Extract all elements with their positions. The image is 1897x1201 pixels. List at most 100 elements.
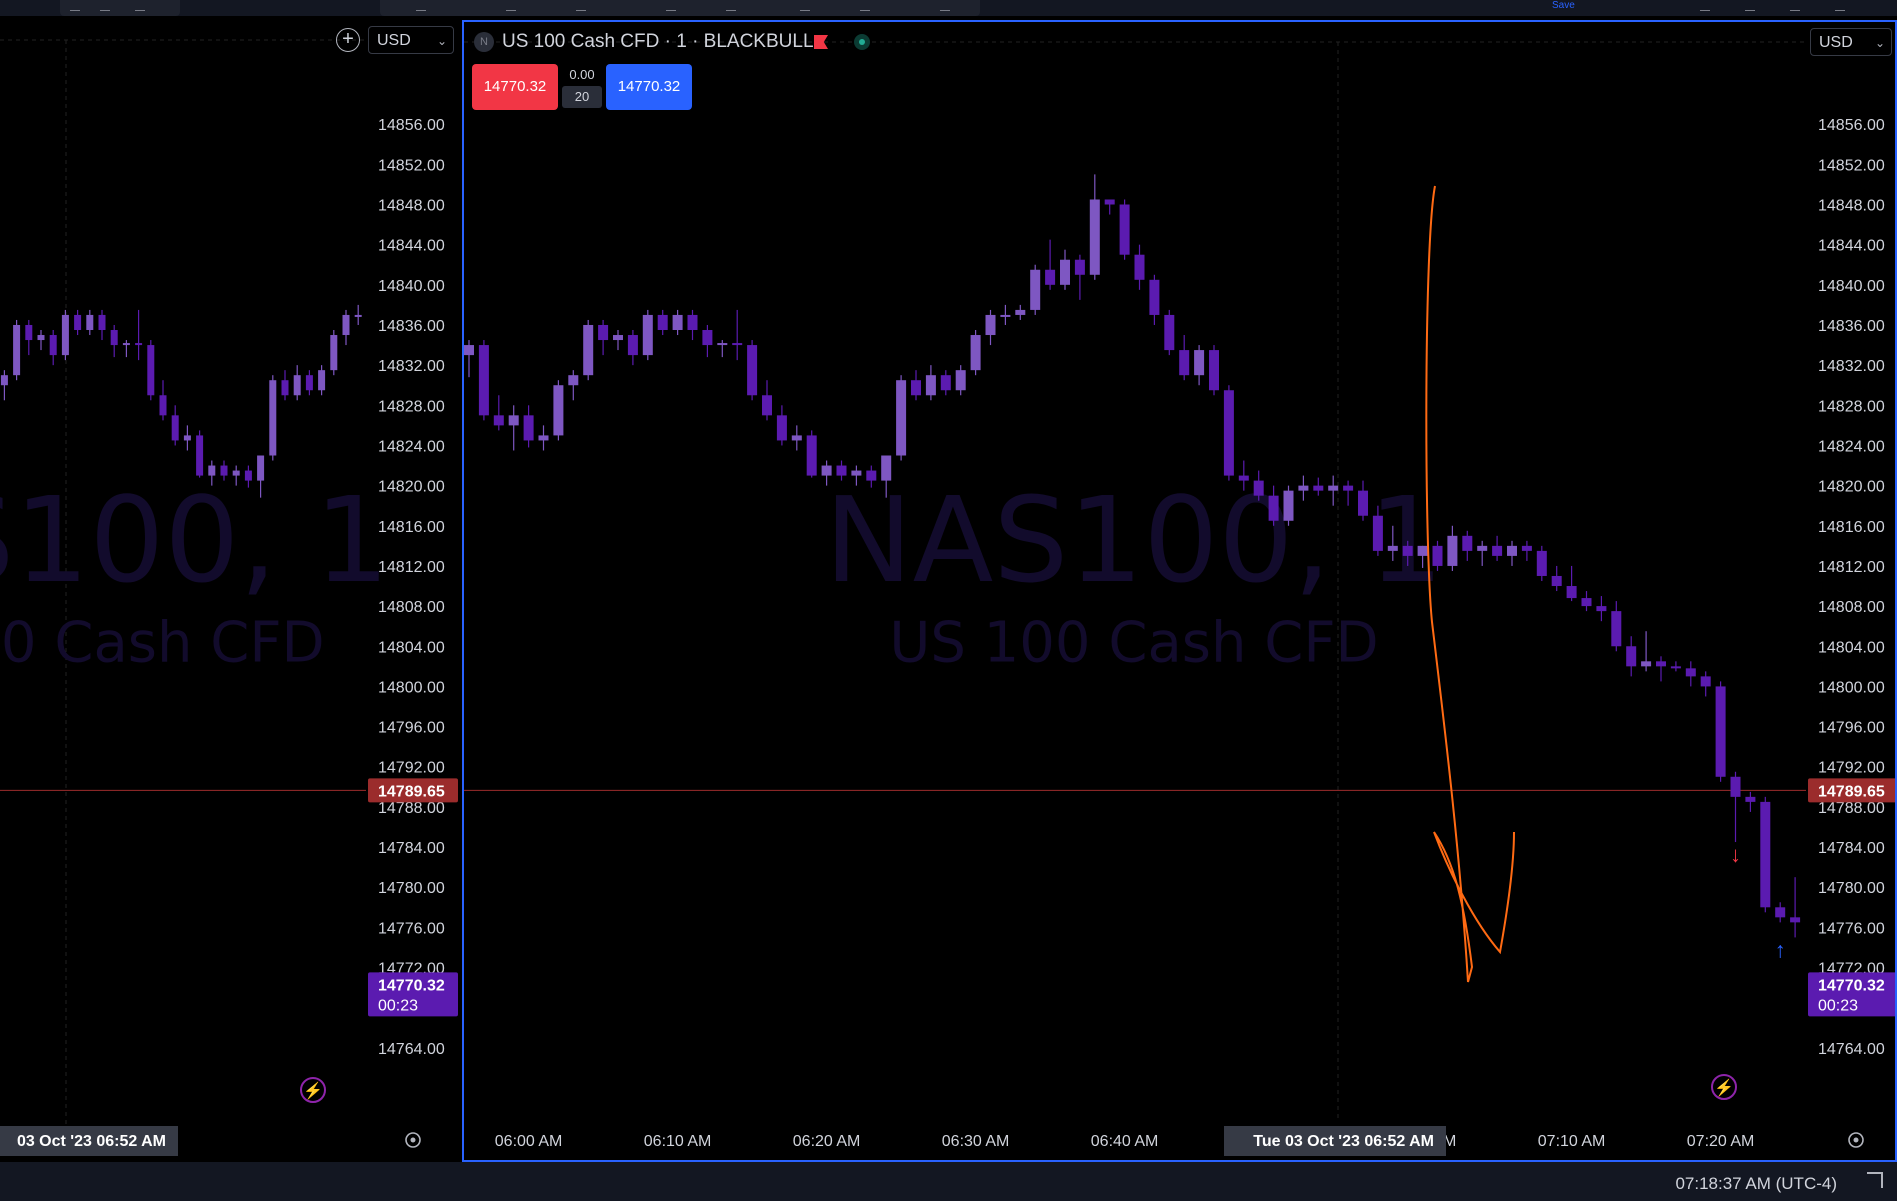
candle-body[interactable] — [1268, 495, 1279, 521]
candle-body[interactable] — [86, 314, 94, 331]
candle-body[interactable] — [1030, 269, 1041, 310]
buy-arrow-icon[interactable]: ↑ — [1775, 937, 1786, 962]
candle-body[interactable] — [1566, 586, 1577, 599]
save-button[interactable]: Save — [1552, 0, 1575, 11]
chart-canvas-left[interactable]: NAS100, 1US 100 Cash CFD↓↑⚡14856.0014852… — [0, 20, 458, 1162]
symbol-title[interactable]: US 100 Cash CFD · 1 · BLACKBULL — [502, 30, 814, 54]
candle-body[interactable] — [702, 330, 713, 346]
brush-icon[interactable] — [726, 2, 736, 11]
candle-body[interactable] — [1313, 485, 1324, 491]
candle-body[interactable] — [159, 395, 167, 416]
candle-body[interactable] — [1134, 254, 1145, 280]
candle-body[interactable] — [583, 324, 594, 376]
candle-body[interactable] — [627, 335, 638, 356]
candle-body[interactable] — [1164, 314, 1175, 351]
candle-body[interactable] — [806, 435, 817, 476]
candle-body[interactable] — [1626, 646, 1637, 667]
candle-body[interactable] — [281, 380, 289, 396]
add-pane-button[interactable]: + — [336, 28, 360, 52]
candle-body[interactable] — [1551, 575, 1562, 587]
candle-body[interactable] — [1521, 545, 1532, 551]
currency-selector-left[interactable]: USD ⌄ — [368, 26, 454, 54]
candle-body[interactable] — [508, 415, 519, 426]
candle-body[interactable] — [568, 375, 579, 386]
sell-button[interactable]: 14770.32 — [472, 64, 558, 110]
candle-body[interactable] — [1700, 676, 1711, 687]
candle-body[interactable] — [1000, 314, 1011, 317]
candle-body[interactable] — [1536, 550, 1547, 576]
candle-body[interactable] — [37, 335, 45, 341]
chart-pane-left[interactable]: NAS100, 1US 100 Cash CFD↓↑⚡14856.0014852… — [0, 20, 458, 1162]
candle-body[interactable] — [1462, 535, 1473, 551]
trend-line-icon[interactable] — [416, 2, 426, 11]
candle-body[interactable] — [1238, 475, 1249, 481]
candle-body[interactable] — [613, 335, 623, 341]
candle-body[interactable] — [1670, 666, 1681, 669]
layout-icon[interactable] — [135, 2, 145, 11]
candle-body[interactable] — [747, 345, 758, 396]
candle-body[interactable] — [110, 330, 118, 346]
candle-body[interactable] — [1492, 545, 1503, 556]
candle-body[interactable] — [836, 465, 847, 476]
search-icon[interactable] — [1700, 2, 1710, 11]
candle-body[interactable] — [538, 435, 549, 441]
candle-body[interactable] — [1387, 545, 1398, 551]
candle-body[interactable] — [1432, 545, 1443, 566]
candle-body[interactable] — [1179, 350, 1190, 376]
candle-body[interactable] — [955, 370, 966, 391]
candle-body[interactable] — [776, 415, 787, 441]
candle-body[interactable] — [1149, 279, 1160, 315]
candle-body[interactable] — [25, 324, 33, 341]
candle-body[interactable] — [523, 415, 534, 441]
candle-body[interactable] — [464, 345, 474, 356]
candle-body[interactable] — [1343, 485, 1354, 491]
candle-body[interactable] — [135, 343, 143, 346]
candle-body[interactable] — [657, 314, 668, 331]
candle-body[interactable] — [171, 415, 179, 441]
candle-body[interactable] — [1328, 485, 1339, 491]
candle-body[interactable] — [1298, 485, 1309, 491]
candle-body[interactable] — [642, 314, 653, 356]
magnet-icon[interactable] — [940, 2, 950, 11]
candle-body[interactable] — [866, 470, 877, 481]
candle-body[interactable] — [1417, 545, 1428, 556]
candle-body[interactable] — [244, 470, 252, 481]
text-icon[interactable] — [800, 2, 810, 11]
candle-body[interactable] — [717, 343, 728, 346]
candle-body[interactable] — [1775, 907, 1786, 918]
camera-icon[interactable] — [1835, 2, 1845, 11]
ruler-icon[interactable] — [860, 2, 870, 11]
candle-body[interactable] — [1223, 390, 1234, 476]
candle-body[interactable] — [13, 324, 21, 376]
pattern-icon[interactable] — [576, 2, 586, 11]
candle-body[interactable] — [940, 375, 951, 391]
candle-body[interactable] — [851, 470, 862, 476]
candle-body[interactable] — [122, 343, 130, 346]
candle-body[interactable] — [985, 314, 996, 336]
candle-body[interactable] — [732, 343, 743, 346]
candle-body[interactable] — [1372, 515, 1383, 551]
candle-body[interactable] — [687, 314, 698, 331]
chart-pane-right[interactable]: NAS100, 1 US 100 Cash CFD ↓ ↑ ⚡ 14856.00 14852… — [462, 20, 1897, 1162]
candle-body[interactable] — [1358, 490, 1368, 516]
candle-body[interactable] — [1089, 199, 1100, 275]
candle-body[interactable] — [1015, 309, 1026, 315]
candle-body[interactable] — [881, 455, 892, 481]
timezone-clock[interactable]: 07:18:37 AM (UTC-4) — [1675, 1174, 1837, 1194]
fullscreen-icon[interactable] — [1790, 2, 1800, 11]
candle-body[interactable] — [1730, 776, 1741, 797]
candle-body[interactable] — [1596, 606, 1607, 612]
candle-body[interactable] — [970, 335, 981, 371]
settings-icon[interactable] — [1745, 2, 1755, 11]
candle-body[interactable] — [1581, 598, 1592, 607]
candle-body[interactable] — [330, 335, 338, 371]
candle-body[interactable] — [1104, 199, 1115, 205]
candle-body[interactable] — [61, 314, 69, 356]
candle-body[interactable] — [896, 380, 907, 456]
candle-body[interactable] — [1074, 259, 1085, 275]
buy-button[interactable]: 14770.32 — [606, 64, 692, 110]
candle-body[interactable] — [0, 375, 8, 386]
candle-body[interactable] — [305, 375, 313, 391]
candle-body[interactable] — [762, 395, 772, 416]
candle-body[interactable] — [1641, 661, 1652, 667]
